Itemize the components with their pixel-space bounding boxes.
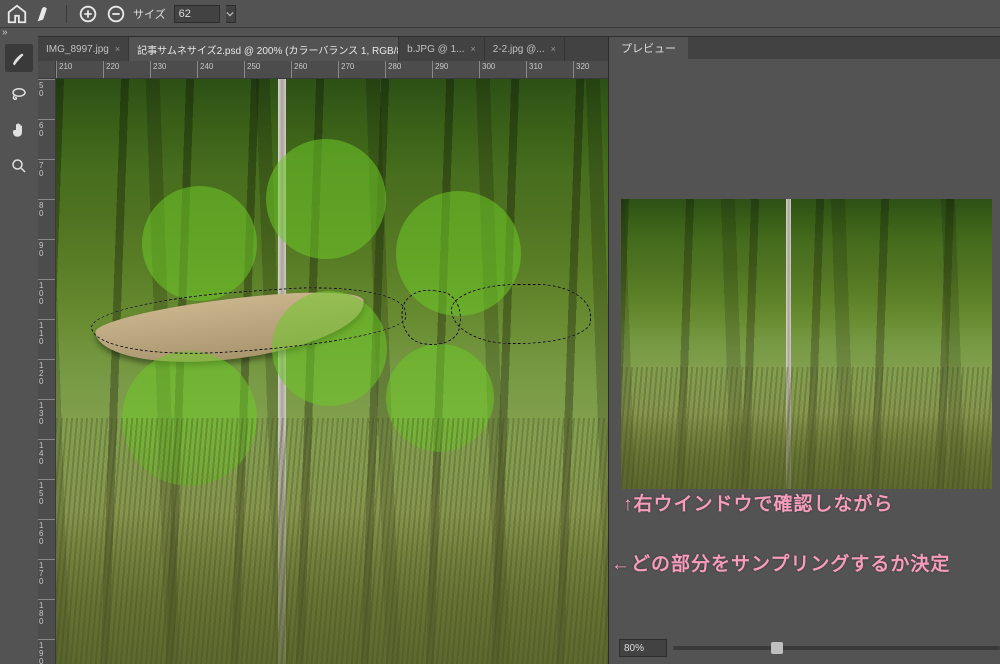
brush-add-icon[interactable] bbox=[77, 3, 99, 25]
ruler-tick: 140 bbox=[38, 439, 55, 479]
ruler-tick: 110 bbox=[38, 319, 55, 359]
ruler-tick: 260 bbox=[291, 61, 338, 78]
ruler-tick: 60 bbox=[38, 119, 55, 159]
preview-panel: プレビュー ↑右ウインドウで確認しながら ←どの部分をサンプリングするか決定 8… bbox=[608, 37, 1000, 664]
sample-overlay-circle bbox=[386, 344, 494, 452]
document-image bbox=[56, 79, 608, 664]
ruler-corner bbox=[38, 61, 56, 79]
tab-label: 2-2.jpg @... bbox=[493, 44, 545, 55]
main-document-panel: IMG_8997.jpg × 記事サムネサイズ2.psd @ 200% (カラー… bbox=[38, 37, 608, 664]
brush-subtract-icon[interactable] bbox=[105, 3, 127, 25]
lasso-tool[interactable] bbox=[5, 80, 33, 108]
ruler-horizontal: 2102202302402502602702802903003103203303… bbox=[56, 61, 608, 79]
tool-preset-icon[interactable] bbox=[34, 3, 56, 25]
sample-overlay-circle bbox=[266, 139, 386, 259]
canvas[interactable] bbox=[56, 79, 608, 664]
ruler-tick: 220 bbox=[103, 61, 150, 78]
preview-zoom-row: 80% bbox=[619, 638, 1000, 658]
annotation-line1: ↑右ウインドウで確認しながら bbox=[623, 489, 894, 516]
ruler-tick: 190 bbox=[38, 639, 55, 664]
preview-content bbox=[621, 199, 992, 489]
ruler-tick: 150 bbox=[38, 479, 55, 519]
document-tabs: IMG_8997.jpg × 記事サムネサイズ2.psd @ 200% (カラー… bbox=[38, 37, 608, 61]
ruler-tick: 320 bbox=[573, 61, 608, 78]
preview-tab[interactable]: プレビュー bbox=[609, 37, 688, 59]
ruler-tick: 120 bbox=[38, 359, 55, 399]
preview-zoom-slider[interactable] bbox=[673, 646, 1000, 650]
ruler-tick: 280 bbox=[385, 61, 432, 78]
preview-image[interactable] bbox=[621, 199, 992, 489]
ruler-tick: 310 bbox=[526, 61, 573, 78]
ruler-tick: 80 bbox=[38, 199, 55, 239]
panel-toggle-row: » bbox=[0, 28, 1000, 36]
sample-overlay-circle bbox=[122, 351, 257, 486]
ruler-tick: 300 bbox=[479, 61, 526, 78]
tab-label: 記事サムネサイズ2.psd @ 200% (カラーバランス 1, RGB/8#)… bbox=[137, 42, 399, 57]
ruler-tick: 70 bbox=[38, 159, 55, 199]
ruler-tick: 170 bbox=[38, 559, 55, 599]
ruler-tick: 210 bbox=[56, 61, 103, 78]
canvas-wrap: 2102202302402502602702802903003103203303… bbox=[38, 61, 608, 664]
ruler-tick: 180 bbox=[38, 599, 55, 639]
ruler-tick: 270 bbox=[338, 61, 385, 78]
ruler-vertical: 5060708090100110120130140150160170180190 bbox=[38, 79, 56, 664]
ruler-tick: 240 bbox=[197, 61, 244, 78]
annotation-line2: ←どの部分をサンプリングするか決定 bbox=[611, 549, 950, 576]
ruler-tick: 230 bbox=[150, 61, 197, 78]
zoom-tool[interactable] bbox=[5, 152, 33, 180]
tab-2-2jpg[interactable]: 2-2.jpg @... × bbox=[485, 37, 565, 61]
ruler-tick: 90 bbox=[38, 239, 55, 279]
ruler-tick: 160 bbox=[38, 519, 55, 559]
size-flyout-button[interactable] bbox=[226, 5, 236, 23]
ruler-tick: 130 bbox=[38, 399, 55, 439]
close-icon[interactable]: × bbox=[471, 44, 476, 54]
size-label: サイズ bbox=[133, 6, 166, 22]
slider-thumb[interactable] bbox=[771, 642, 783, 654]
brush-size-input[interactable] bbox=[174, 5, 220, 23]
ruler-tick: 250 bbox=[244, 61, 291, 78]
home-icon[interactable] bbox=[6, 3, 28, 25]
tab-label: IMG_8997.jpg bbox=[46, 44, 109, 55]
parasol-pole bbox=[786, 199, 791, 489]
tab-active-doc[interactable]: 記事サムネサイズ2.psd @ 200% (カラーバランス 1, RGB/8#)… bbox=[129, 37, 399, 61]
preview-area bbox=[609, 59, 1000, 499]
ruler-tick: 50 bbox=[38, 79, 55, 119]
preview-zoom-value[interactable]: 80% bbox=[619, 639, 667, 657]
ruler-tick: 100 bbox=[38, 279, 55, 319]
tab-img8997[interactable]: IMG_8997.jpg × bbox=[38, 37, 129, 61]
sample-overlay-circle bbox=[142, 186, 257, 301]
hand-tool[interactable] bbox=[5, 116, 33, 144]
close-icon[interactable]: × bbox=[551, 44, 556, 54]
selection-marquee bbox=[451, 284, 591, 344]
divider bbox=[66, 5, 67, 23]
workspace: IMG_8997.jpg × 記事サムネサイズ2.psd @ 200% (カラー… bbox=[38, 36, 1000, 664]
tab-label: b.JPG @ 1... bbox=[407, 44, 464, 55]
preview-panel-tabs: プレビュー bbox=[609, 37, 1000, 59]
options-bar: サイズ bbox=[0, 0, 1000, 28]
tool-rail bbox=[0, 36, 38, 664]
close-icon[interactable]: × bbox=[115, 44, 120, 54]
tab-bjpg[interactable]: b.JPG @ 1... × bbox=[399, 37, 485, 61]
brush-tool[interactable] bbox=[5, 44, 33, 72]
ruler-tick: 290 bbox=[432, 61, 479, 78]
